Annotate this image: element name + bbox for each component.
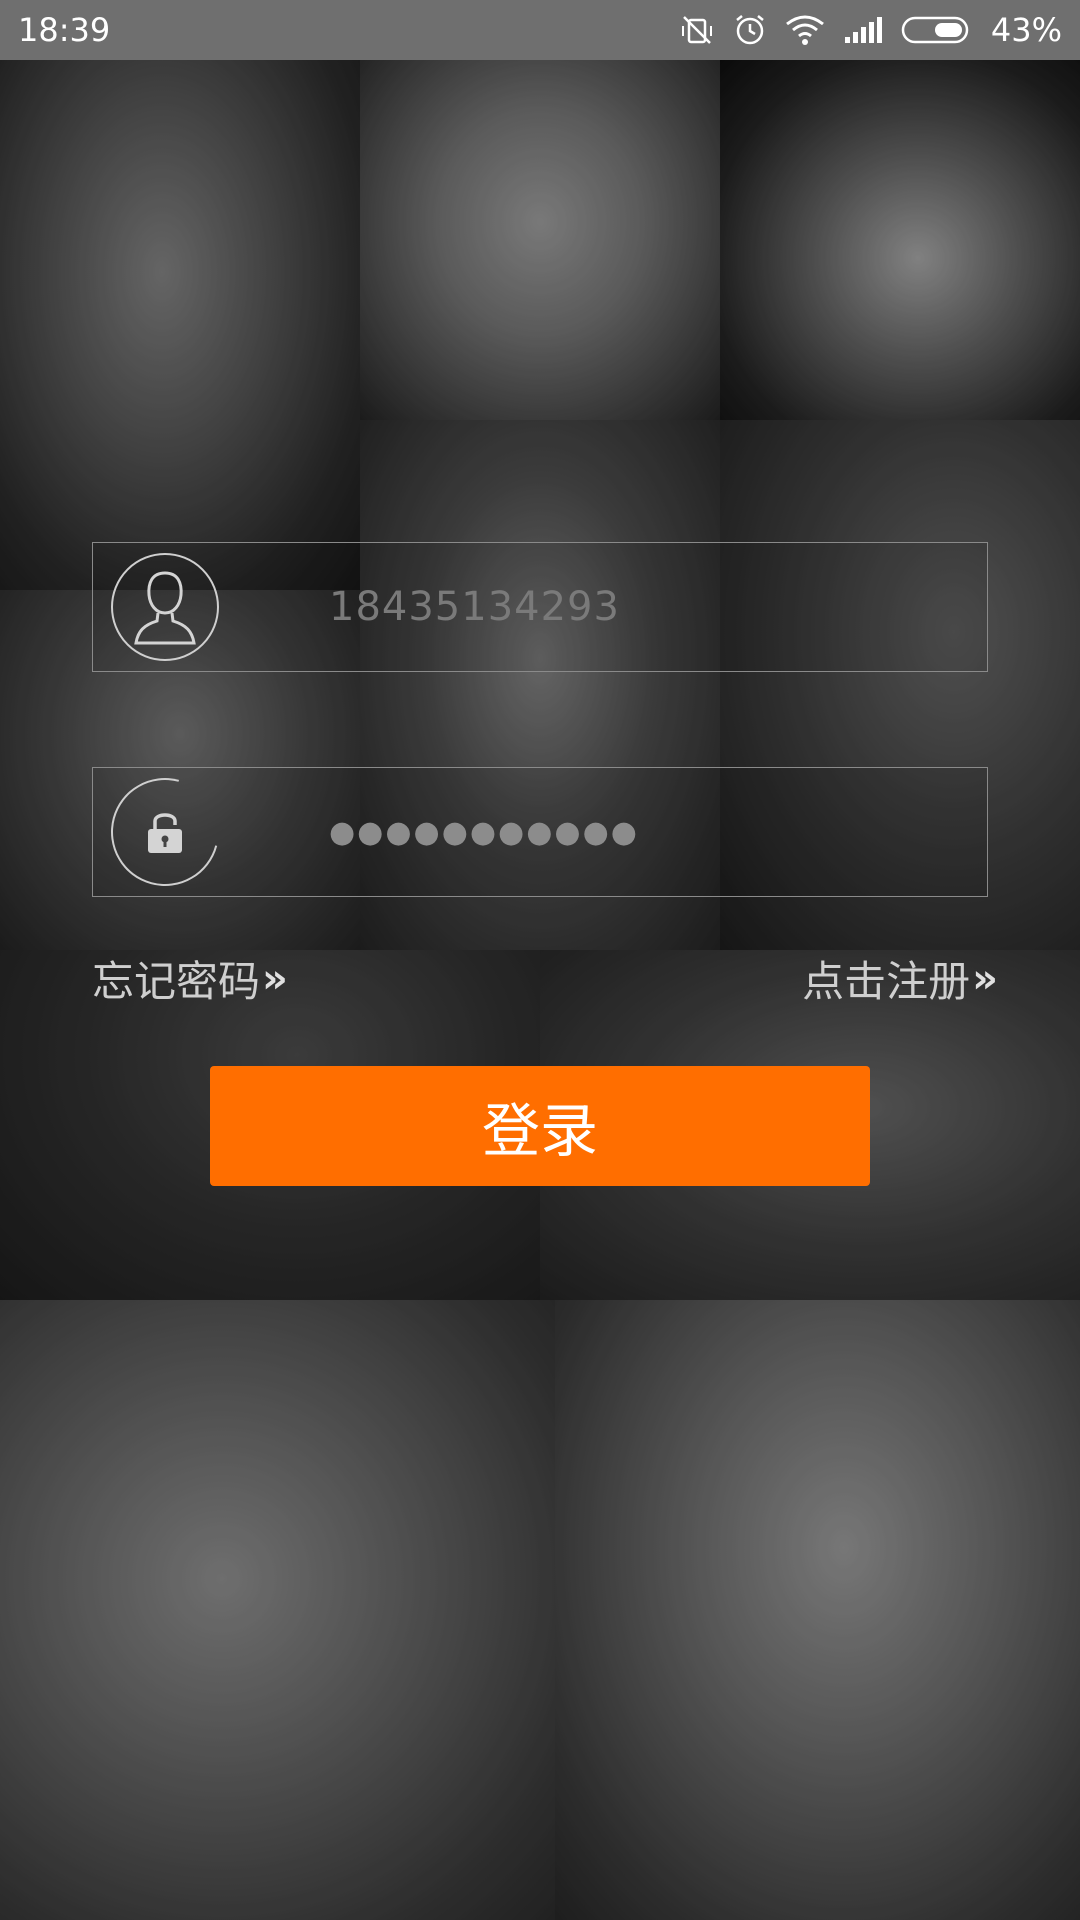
alarm-icon xyxy=(733,13,767,47)
lock-icon xyxy=(91,758,239,906)
battery-percent: 43% xyxy=(990,11,1062,49)
user-avatar-icon xyxy=(111,553,219,661)
password-input[interactable]: ●●●●●●●●●●● xyxy=(329,768,639,896)
login-button[interactable]: 登录 xyxy=(210,1066,870,1186)
double-chevron-right-icon: » xyxy=(972,955,998,1002)
forgot-password-link[interactable]: 忘记密码 » xyxy=(92,948,288,1009)
register-label: 点击注册 xyxy=(802,957,971,1006)
status-icons: 43% xyxy=(679,11,1062,49)
username-input[interactable]: 18435134293 xyxy=(329,543,620,671)
wifi-icon xyxy=(785,14,825,46)
status-time: 18:39 xyxy=(18,11,111,49)
status-bar: 18:39 43% xyxy=(0,0,1080,60)
username-field[interactable]: 18435134293 xyxy=(92,542,988,672)
forgot-password-label: 忘记密码 xyxy=(92,957,261,1006)
password-field[interactable]: ●●●●●●●●●●● xyxy=(91,758,988,906)
vibrate-off-icon xyxy=(679,12,715,48)
battery-icon xyxy=(901,15,973,45)
double-chevron-right-icon: » xyxy=(262,955,288,1002)
register-link[interactable]: 点击注册 » xyxy=(802,948,998,1009)
signal-icon xyxy=(843,15,883,45)
